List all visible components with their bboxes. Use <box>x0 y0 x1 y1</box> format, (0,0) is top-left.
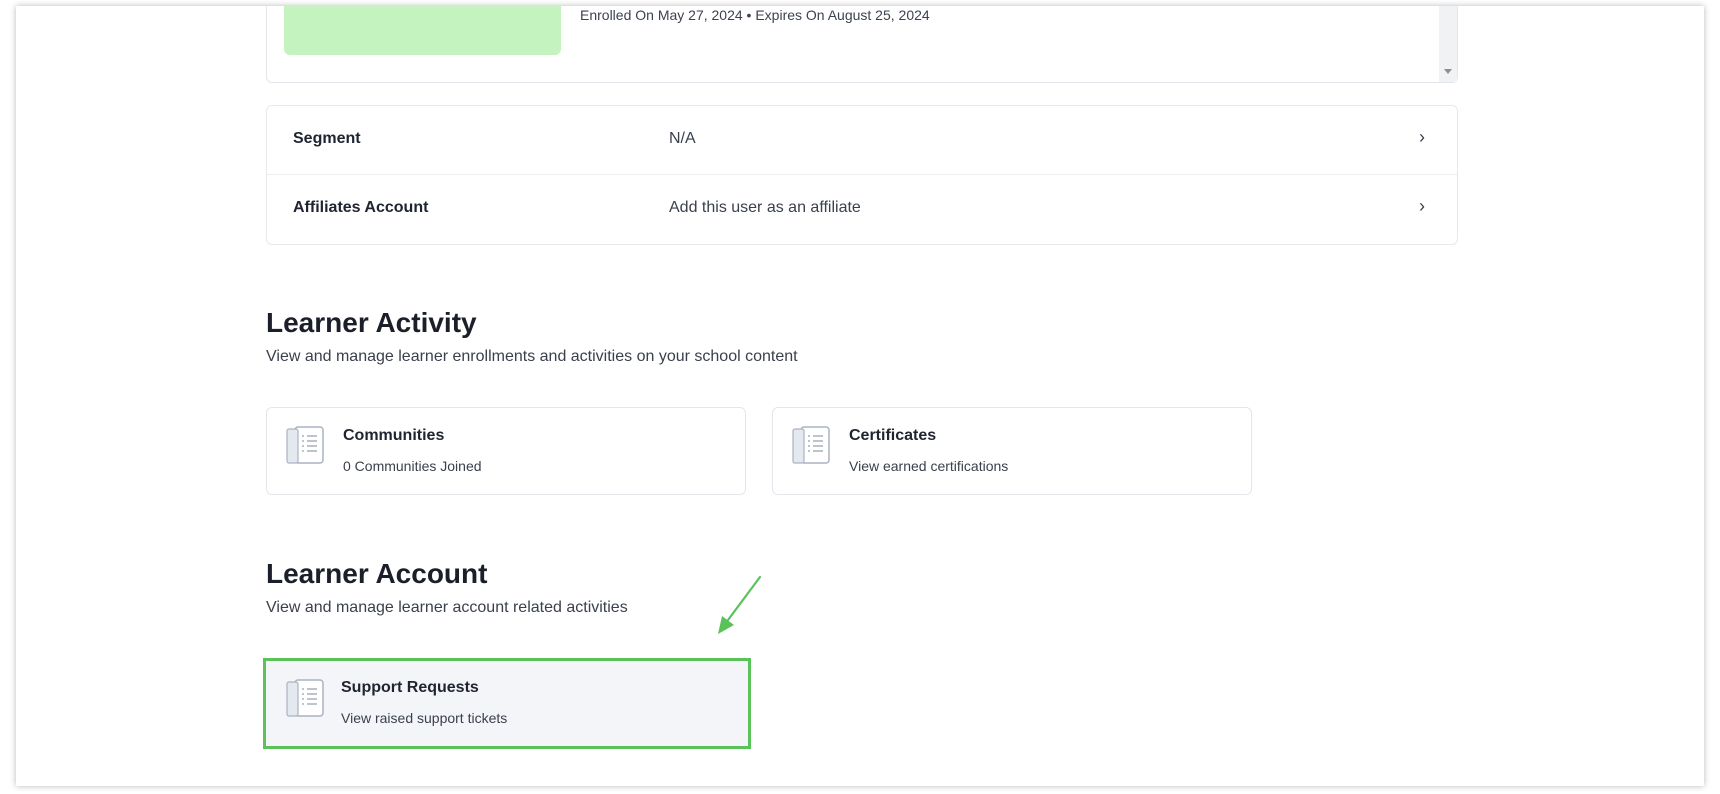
learner-activity-heading: Learner Activity <box>266 307 477 338</box>
certificates-tile[interactable]: Certificates View earned certifications <box>772 407 1252 495</box>
affiliates-account-row[interactable]: Affiliates Account Add this user as an a… <box>267 175 1457 243</box>
course-thumbnail <box>284 6 561 55</box>
affiliates-account-value: Add this user as an affiliate <box>669 199 861 216</box>
chevron-right-icon: › <box>1419 127 1425 147</box>
affiliates-account-label: Affiliates Account <box>293 199 429 216</box>
browser-viewport: Enrolled On May 27, 2024 • Expires On Au… <box>16 6 1704 786</box>
communities-title: Communities <box>343 427 445 444</box>
communities-tile[interactable]: Communities 0 Communities Joined <box>266 407 746 495</box>
learner-account-subtitle: View and manage learner account related … <box>266 599 628 616</box>
chevron-right-icon: › <box>1419 196 1425 216</box>
document-list-icon <box>286 426 324 464</box>
segment-value: N/A <box>669 130 696 147</box>
support-requests-title: Support Requests <box>341 679 479 696</box>
document-list-icon <box>286 679 324 717</box>
learner-activity-subtitle: View and manage learner enrollments and … <box>266 348 798 365</box>
user-info-table: Segment N/A › Affiliates Account Add thi… <box>266 105 1458 245</box>
course-enrollment-card[interactable]: Enrolled On May 27, 2024 • Expires On Au… <box>266 6 1458 83</box>
certificates-description: View earned certifications <box>849 458 1009 474</box>
support-requests-description: View raised support tickets <box>341 710 508 726</box>
scroll-down-icon[interactable] <box>1444 69 1452 74</box>
learner-account-heading: Learner Account <box>266 558 488 589</box>
communities-description: 0 Communities Joined <box>343 458 482 474</box>
support-requests-tile[interactable]: Support Requests View raised support tic… <box>263 658 751 749</box>
certificates-title: Certificates <box>849 427 937 444</box>
course-enrollment-meta: Enrolled On May 27, 2024 • Expires On Au… <box>580 7 930 23</box>
document-list-icon <box>792 426 830 464</box>
segment-row[interactable]: Segment N/A › <box>267 106 1457 175</box>
segment-label: Segment <box>293 130 361 147</box>
card-scrollbar[interactable] <box>1439 6 1457 82</box>
